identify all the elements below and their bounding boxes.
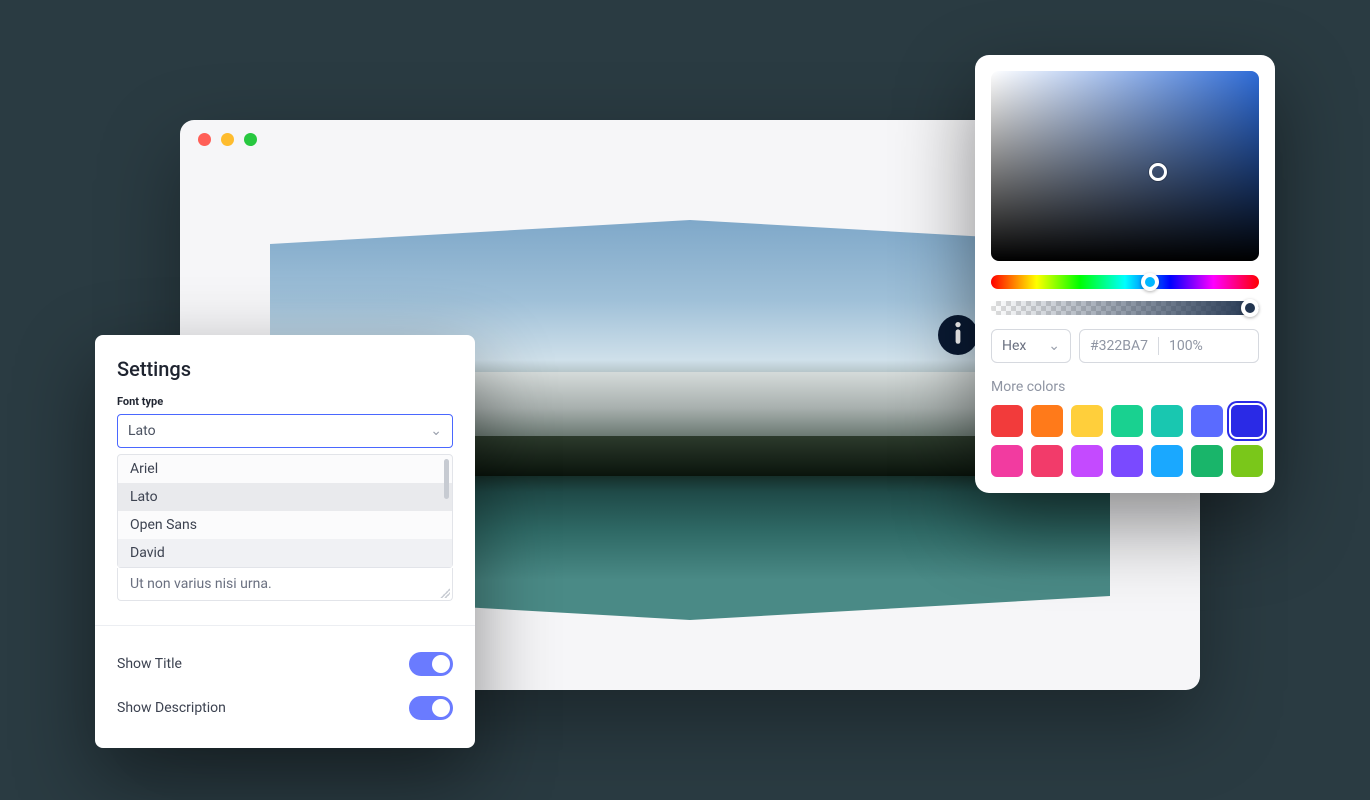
swatch-11[interactable]: [1111, 445, 1143, 477]
chevron-down-icon: ⌄: [430, 423, 442, 439]
separator: [1158, 337, 1159, 355]
font-type-label: Font type: [95, 395, 475, 414]
font-type-selected-value: Lato: [128, 423, 156, 439]
maximize-window-button[interactable]: [244, 133, 257, 146]
opacity-slider[interactable]: [991, 301, 1259, 315]
font-option-ariel[interactable]: Ariel: [118, 455, 452, 483]
color-value-row: Hex ⌄ #322BA7 100%: [991, 329, 1259, 363]
opacity-slider-thumb[interactable]: [1241, 299, 1259, 317]
swatch-13[interactable]: [1191, 445, 1223, 477]
show-title-label: Show Title: [117, 656, 182, 672]
more-colors-label: More colors: [991, 379, 1259, 395]
color-format-value: Hex: [1002, 338, 1026, 354]
close-window-button[interactable]: [198, 133, 211, 146]
swatch-3[interactable]: [1071, 405, 1103, 437]
hex-value: #322BA7: [1090, 338, 1148, 354]
info-icon: [953, 321, 963, 349]
dropdown-scrollbar[interactable]: [444, 459, 449, 499]
show-description-label: Show Description: [117, 700, 226, 716]
color-format-select[interactable]: Hex ⌄: [991, 329, 1071, 363]
swatch-10[interactable]: [1071, 445, 1103, 477]
color-hex-input[interactable]: #322BA7 100%: [1079, 329, 1259, 363]
color-picker-panel: Hex ⌄ #322BA7 100% More colors: [975, 55, 1275, 493]
swatch-9[interactable]: [1031, 445, 1063, 477]
show-description-row: Show Description: [95, 686, 475, 730]
font-option-david[interactable]: David: [118, 539, 452, 567]
resize-handle[interactable]: [440, 588, 450, 598]
font-option-open-sans[interactable]: Open Sans: [118, 511, 452, 539]
info-button[interactable]: [938, 315, 978, 355]
font-type-dropdown: Ariel Lato Open Sans David: [117, 454, 453, 568]
swatch-6[interactable]: [1191, 405, 1223, 437]
sample-text-field[interactable]: Ut non varius nisi urna.: [117, 568, 453, 601]
hue-slider-thumb[interactable]: [1141, 273, 1159, 291]
sample-text-value: Ut non varius nisi urna.: [130, 576, 272, 592]
swatch-12[interactable]: [1151, 445, 1183, 477]
minimize-window-button[interactable]: [221, 133, 234, 146]
swatch-4[interactable]: [1111, 405, 1143, 437]
swatch-1[interactable]: [991, 405, 1023, 437]
hue-slider[interactable]: [991, 275, 1259, 289]
divider: [95, 625, 475, 626]
settings-title: Settings: [95, 357, 475, 395]
opacity-value: 100%: [1169, 338, 1203, 354]
swatch-2[interactable]: [1031, 405, 1063, 437]
chevron-down-icon: ⌄: [1048, 338, 1060, 354]
gradient-cursor[interactable]: [1149, 163, 1167, 181]
show-title-row: Show Title: [95, 642, 475, 686]
swatch-14[interactable]: [1231, 445, 1263, 477]
font-option-lato[interactable]: Lato: [118, 483, 452, 511]
settings-panel: Settings Font type Lato ⌄ Ariel Lato Ope…: [95, 335, 475, 748]
swatch-7[interactable]: [1231, 405, 1263, 437]
swatch-grid: [991, 405, 1259, 477]
swatch-5[interactable]: [1151, 405, 1183, 437]
font-type-select[interactable]: Lato ⌄: [117, 414, 453, 448]
swatch-8[interactable]: [991, 445, 1023, 477]
show-title-toggle[interactable]: [409, 652, 453, 676]
color-gradient-area[interactable]: [991, 71, 1259, 261]
show-description-toggle[interactable]: [409, 696, 453, 720]
